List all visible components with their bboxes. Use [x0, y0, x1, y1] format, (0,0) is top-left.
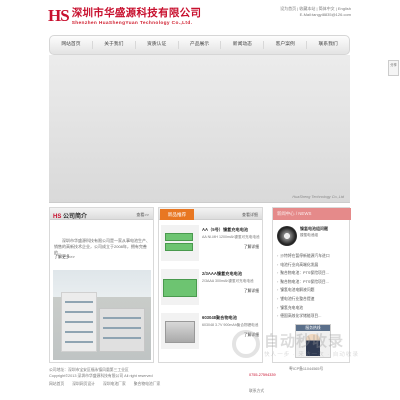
footer-link-design[interactable]: 深圳网页设计	[72, 381, 95, 387]
footer-links: 网站首页 深圳网页设计 深圳电池厂家 聚合物电池厂家	[49, 381, 350, 387]
news-item[interactable]: 沙特将在暂停新能源汽车进口	[277, 252, 349, 261]
news-item[interactable]: 聚合物电池：PTS保险项目...	[277, 278, 349, 287]
contact-email[interactable]: E-Mail:tangyi8835@126.com	[280, 12, 351, 18]
news-list: 沙特将在暂停新能源汽车进口 电池行业向高端化发展 聚合物电池：PTS保险项目..…	[277, 252, 349, 321]
news-item[interactable]: 镍氢电池电解液问题	[277, 286, 349, 295]
share-widget[interactable]: 分享	[388, 60, 399, 76]
banner-caption: HuaSheng Technology Co.,Ltd	[292, 195, 344, 199]
watermark-logo	[232, 330, 260, 358]
building-left	[61, 292, 97, 352]
product-item[interactable]: 2/3AAA镍氢充电电池 2/3AAA 300mAh镍氢可充电电池 了解详细	[161, 267, 262, 309]
nav-contact[interactable]: 联系我们	[307, 41, 349, 49]
logo-mark: HS	[48, 6, 70, 25]
product-desc: 2/3AAA 300mAh镍氢可充电电池	[202, 279, 254, 283]
footer-copyright: Copyright©2013 深圳市华盛源科技有限公司 All right re…	[49, 374, 153, 378]
watermark: 自动秒收录 快人一步 · 来访一次 · 自动收录	[232, 330, 382, 370]
product-image[interactable]	[161, 225, 199, 261]
product-name[interactable]: 603048聚合物电池	[202, 315, 237, 321]
main-nav: 网站首页 关于我们 资质认证 产品展示 新闻动态 客户案例 联系我们	[49, 35, 350, 55]
company-building-photo	[53, 270, 151, 360]
product-name[interactable]: 2/3AAA镍氢充电电池	[202, 271, 242, 277]
nav-home[interactable]: 网站首页	[50, 41, 93, 49]
feature-subtitle: 镍氢电池组	[300, 233, 318, 237]
news-item[interactable]: 聚合物电池：PTS保险项目...	[277, 269, 349, 278]
about-more-link[interactable]: 查看>>	[136, 212, 149, 218]
feature-image[interactable]	[277, 226, 297, 246]
about-panel: HS 公司简介 查看>> 深圳市华盛源科技有限公司是一家从事电池生产、销售的高新…	[49, 207, 154, 363]
nav-products[interactable]: 产品展示	[179, 41, 222, 49]
product-desc: 603048 3.7V 900mAh聚合物锂电池	[202, 323, 259, 327]
news-tab-en: / NEWS	[295, 211, 312, 216]
product-detail-link[interactable]: 了解详细	[244, 245, 259, 250]
company-name-en: Shenzhen HuaShengYuan Technology Co.,Ltd…	[71, 21, 193, 26]
nav-certification[interactable]: 资质认证	[136, 41, 179, 49]
watermark-text: 自动秒收录	[264, 333, 345, 350]
company-name-cn: 深圳市华盛源科技有限公司	[71, 7, 202, 19]
building-right	[99, 308, 145, 352]
products-panel-header: 新品推荐 查看详细	[159, 208, 262, 220]
nav-cases[interactable]: 客户案例	[264, 41, 308, 49]
page: HS 深圳市华盛源科技有限公司 Shenzhen HuaShengYuan Te…	[0, 0, 400, 400]
product-name[interactable]: AA（5号）镍氢充电电池	[202, 227, 248, 233]
tab-news[interactable]: 新闻中心 / NEWS	[273, 208, 351, 220]
footer-link-home[interactable]: 网站首页	[49, 381, 64, 387]
about-title-mark: HS	[53, 214, 62, 220]
news-item[interactable]: 电池行业向高端化发展	[277, 261, 349, 270]
about-panel-header: HS 公司简介 查看>>	[50, 208, 153, 220]
company-logo[interactable]: HS 深圳市华盛源科技有限公司 Shenzhen HuaShengYuan Te…	[48, 6, 202, 27]
product-image[interactable]	[161, 313, 199, 349]
about-read-more[interactable]: 了解更多>>	[54, 254, 75, 260]
share-label: 分享	[390, 63, 397, 67]
nav-about[interactable]: 关于我们	[93, 41, 136, 49]
products-more-link[interactable]: 查看详细	[242, 212, 258, 218]
news-tab-title: 新闻中心	[277, 211, 295, 216]
top-links: 设为首页 | 收藏本站 | 简体中文 | English E-Mail:tang…	[280, 6, 351, 18]
hero-banner[interactable]: HuaSheng Technology Co.,Ltd	[49, 55, 350, 203]
footer-phone: 0755-27594339	[249, 373, 276, 377]
news-item[interactable]: 镍氢充电电池	[277, 304, 349, 313]
footer-icp[interactable]: 粤ICP备11044565号	[289, 367, 323, 372]
news-feature[interactable]: 镍氢电池组问题 镍氢电池组	[277, 224, 349, 248]
footer: 公司地址：深圳市宝安区福永镇凤凰第三工业区 Copyright©2013 深圳市…	[49, 367, 350, 397]
product-image[interactable]	[161, 269, 199, 305]
news-item[interactable]: 锂电池行业整合提速	[277, 295, 349, 304]
about-title-text: 公司简介	[63, 214, 88, 220]
tab-new-products[interactable]: 新品推荐	[160, 209, 194, 220]
nav-news[interactable]: 新闻动态	[221, 41, 265, 49]
about-title: HS 公司简介	[53, 211, 87, 220]
footer-contact[interactable]: 联系方式	[249, 389, 264, 394]
footer-link-battery[interactable]: 深圳电池厂家	[103, 381, 126, 387]
feature-title[interactable]: 镍氢电池组问题	[300, 226, 328, 232]
product-item[interactable]: AA（5号）镍氢充电电池 AA NI-MH 1200mAh镍氢可充电电池 了解详…	[161, 223, 262, 265]
logo-text: 深圳市华盛源科技有限公司 Shenzhen HuaShengYuan Techn…	[71, 7, 202, 27]
product-desc: AA NI-MH 1200mAh镍氢可充电电池	[202, 235, 260, 239]
news-item[interactable]: 德国高效化学储能项目...	[277, 312, 349, 321]
footer-link-polymer[interactable]: 聚合物电池厂家	[134, 381, 161, 387]
product-detail-link[interactable]: 了解详细	[244, 289, 259, 294]
watermark-slogan: 快人一步 · 来访一次 · 自动收录	[264, 352, 360, 358]
